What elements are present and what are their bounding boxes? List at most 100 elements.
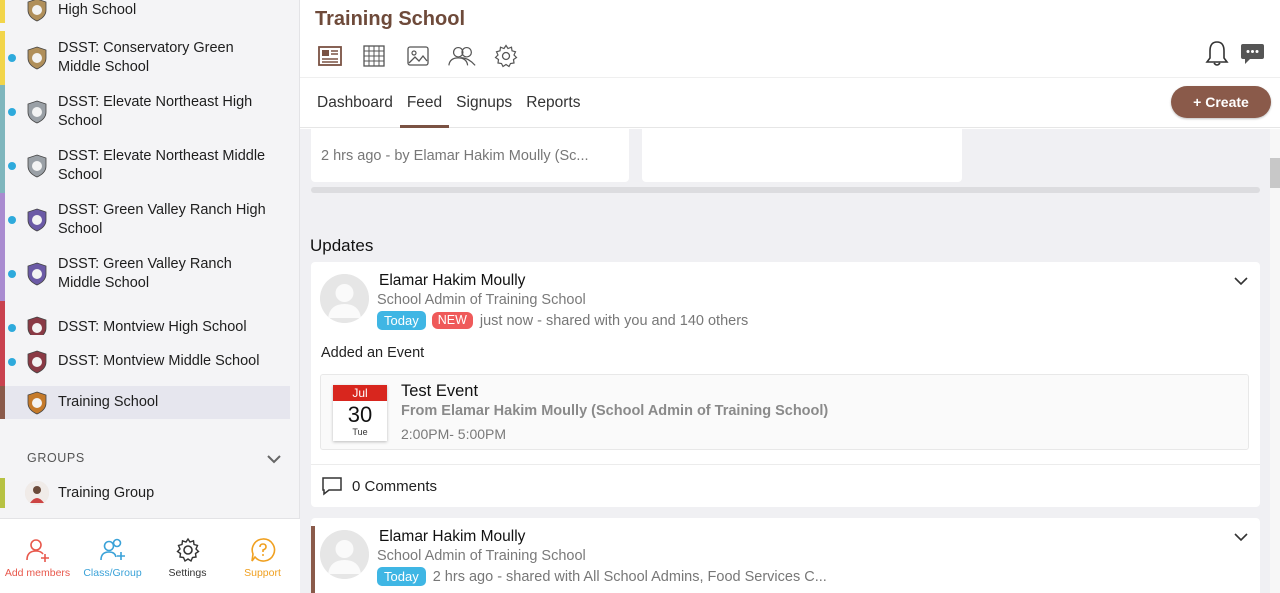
add-members-label: Add members	[4, 567, 71, 579]
post-author-role: School Admin of Training School	[377, 292, 586, 308]
school-name: DSST: Montview Middle School	[58, 353, 260, 370]
post-author-role: School Admin of Training School	[377, 548, 586, 564]
unread-dot	[8, 162, 16, 170]
sidebar-item-school[interactable]: DSST: Elevate Northeast Middle School	[0, 139, 290, 193]
sidebar-item-school[interactable]: DSST: Elevate Northeast High School	[0, 85, 290, 139]
photos-icon[interactable]	[403, 42, 433, 70]
chevron-down-icon[interactable]	[1234, 277, 1248, 286]
sidebar-item-school[interactable]: Training School	[0, 386, 290, 419]
event-time: 2:00PM- 5:00PM	[401, 426, 507, 442]
previous-feed-card-2[interactable]	[642, 129, 962, 182]
post-meta: Today NEW just now - shared with you and…	[377, 311, 748, 330]
vertical-scrollbar-thumb[interactable]	[1270, 158, 1280, 188]
support-icon	[250, 538, 275, 562]
sidebar-item-school[interactable]: DSST: Montview Middle School	[0, 335, 290, 389]
calendar-grid-icon[interactable]	[359, 42, 389, 70]
vertical-scrollbar-track[interactable]	[1270, 129, 1280, 593]
avatar[interactable]	[320, 530, 369, 579]
school-color-bar	[0, 31, 5, 85]
post-accent-bar	[311, 526, 315, 593]
event-month: Jul	[333, 385, 387, 401]
sidebar-item-school[interactable]: DSST: Conservatory Green Middle School	[0, 31, 290, 85]
horizontal-scrollbar[interactable]	[311, 187, 1260, 193]
post-action-text: Added an Event	[321, 345, 425, 361]
avatar[interactable]	[320, 274, 369, 323]
school-name: DSST: Green Valley Ranch Middle School	[58, 255, 232, 292]
school-name: Training School	[58, 393, 159, 410]
sidebar-item-school[interactable]: DSST: Green Valley Ranch High School	[0, 193, 290, 247]
school-name: DSST: Elevate Northeast High School	[58, 93, 253, 130]
chat-icon[interactable]	[1240, 41, 1265, 66]
tab-dashboard[interactable]: Dashboard	[310, 78, 400, 128]
sidebar-item-school[interactable]: High School	[0, 0, 290, 23]
support-button[interactable]: Support	[225, 519, 300, 593]
chevron-down-icon[interactable]	[266, 454, 282, 464]
settings-button[interactable]: Settings	[150, 519, 225, 593]
post-author[interactable]: Elamar Hakim Moully	[379, 528, 525, 546]
school-color-bar	[0, 85, 5, 139]
add-members-button[interactable]: Add members	[0, 519, 75, 593]
page-title: Training School	[315, 8, 466, 30]
unread-dot	[8, 324, 16, 332]
sidebar-item-school[interactable]: DSST: Green Valley Ranch Middle School	[0, 247, 290, 301]
feed-post: Elamar Hakim Moully School Admin of Trai…	[311, 518, 1260, 593]
sidebar-item-training-group[interactable]: Training Group	[0, 474, 290, 512]
class-group-button[interactable]: Class/Group	[75, 519, 150, 593]
add-member-icon	[25, 539, 49, 562]
groups-header[interactable]: GROUPS	[0, 440, 290, 474]
event-title: Test Event	[401, 382, 479, 400]
unread-dot	[8, 54, 16, 62]
comments-button[interactable]: 0 Comments	[321, 476, 437, 496]
tab-bar: Dashboard Feed Signups Reports	[310, 78, 587, 128]
tab-feed[interactable]: Feed	[399, 78, 450, 128]
school-logo-icon	[27, 154, 47, 178]
sidebar-bottom-bar: Add members Class/Group Settings Support	[0, 518, 300, 593]
school-logo-icon	[27, 391, 47, 414]
post-meta: Today 2 hrs ago - shared with All School…	[377, 567, 827, 586]
new-badge: NEW	[431, 312, 473, 329]
post-author[interactable]: Elamar Hakim Moully	[379, 272, 525, 290]
comments-count: 0 Comments	[352, 477, 438, 495]
unread-dot	[8, 358, 16, 366]
members-icon[interactable]	[447, 42, 477, 70]
school-name: DSST: Elevate Northeast Middle School	[58, 147, 266, 184]
feed-post: Elamar Hakim Moully School Admin of Trai…	[311, 262, 1260, 507]
event-weekday: Tue	[352, 427, 368, 437]
group-avatar	[25, 481, 49, 505]
comment-icon	[322, 477, 342, 496]
support-label: Support	[244, 567, 281, 579]
unread-dot	[8, 270, 16, 278]
school-color-bar	[0, 386, 5, 419]
school-color-bar	[0, 247, 5, 301]
settings-label: Settings	[168, 567, 207, 579]
groups-label: GROUPS	[27, 451, 85, 465]
event-organizer: From Elamar Hakim Moully (School Admin o…	[401, 403, 829, 419]
tab-signups[interactable]: Signups	[449, 78, 519, 128]
school-logo-icon	[27, 208, 47, 232]
school-name: DSST: Conservatory Green Middle School	[58, 39, 234, 76]
tab-reports[interactable]: Reports	[519, 78, 587, 128]
newsfeed-icon[interactable]	[315, 42, 345, 70]
school-name: High School	[58, 1, 137, 18]
school-color-bar	[0, 0, 5, 23]
feed-content: 2 hrs ago - by Elamar Hakim Moully (Sc..…	[300, 129, 1270, 593]
previous-feed-card[interactable]: 2 hrs ago - by Elamar Hakim Moully (Sc..…	[311, 129, 629, 182]
updates-heading: Updates	[310, 236, 374, 255]
calendar-date-icon: Jul 30 Tue	[333, 385, 387, 441]
school-tools	[315, 42, 521, 70]
bell-icon[interactable]	[1205, 39, 1229, 67]
school-logo-icon	[27, 350, 47, 374]
settings-gear-icon[interactable]	[491, 42, 521, 70]
unread-dot	[8, 108, 16, 116]
school-logo-icon	[27, 100, 47, 124]
chevron-down-icon[interactable]	[1234, 533, 1248, 542]
school-logo-icon	[27, 262, 47, 286]
school-color-bar	[0, 193, 5, 247]
event-card[interactable]: Jul 30 Tue Test Event From Elamar Hakim …	[320, 374, 1249, 450]
school-logo-icon	[27, 46, 47, 70]
today-badge: Today	[377, 311, 426, 330]
event-day: 30	[347, 402, 373, 427]
group-color-bar	[0, 478, 5, 508]
create-button[interactable]: + Create	[1171, 86, 1271, 118]
class-group-icon	[99, 538, 125, 561]
